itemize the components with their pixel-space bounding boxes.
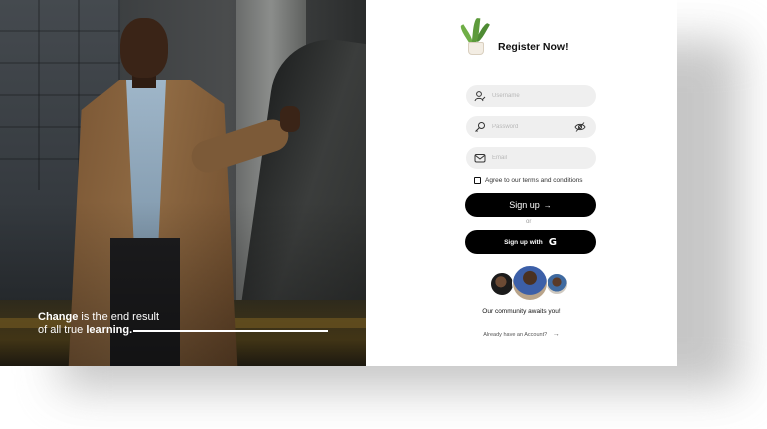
google-signup-button[interactable]: Sign up with G xyxy=(465,230,596,254)
plant-logo xyxy=(459,16,491,56)
signup-button[interactable]: Sign up → xyxy=(465,193,596,217)
plant-pot xyxy=(468,42,484,55)
stage: Change is the end result of all true lea… xyxy=(0,0,767,429)
register-card: Change is the end result of all true lea… xyxy=(0,0,677,366)
login-link[interactable]: Already have an Account? → xyxy=(366,331,677,338)
quote-underline xyxy=(133,330,328,332)
community-avatars xyxy=(490,265,570,303)
terms-checkbox[interactable] xyxy=(474,177,481,184)
avatar xyxy=(546,273,568,295)
terms-row: Agree to our terms and conditions xyxy=(474,177,583,184)
email-field[interactable] xyxy=(466,147,596,169)
key-icon xyxy=(475,122,485,132)
google-icon: G xyxy=(548,236,557,248)
mail-icon xyxy=(474,154,486,163)
email-input[interactable] xyxy=(492,155,572,161)
password-field[interactable] xyxy=(466,116,596,138)
or-separator: or xyxy=(526,219,532,225)
community-text: Our community awaits you! xyxy=(482,308,561,315)
signup-label: Sign up xyxy=(509,200,540,210)
avatar xyxy=(512,265,548,301)
quote-text-2: of all true xyxy=(38,324,87,336)
login-link-label: Already have an Account? xyxy=(483,332,548,338)
arrow-right-icon: → xyxy=(543,200,552,210)
terms-label: Agree to our terms and conditions xyxy=(485,177,583,184)
user-icon xyxy=(474,91,486,102)
quote-bold-2: learning. xyxy=(86,324,133,336)
quote-text-1: is the end result xyxy=(78,311,160,323)
hero-photo: Change is the end result of all true lea… xyxy=(0,0,366,366)
arrow-right-icon: → xyxy=(552,331,560,338)
google-signup-label: Sign up with xyxy=(504,238,543,246)
eye-off-icon[interactable] xyxy=(574,121,586,133)
page-title: Register Now! xyxy=(498,41,569,53)
username-field[interactable] xyxy=(466,85,596,107)
register-form: Register Now! Username Email Agree to ou… xyxy=(366,0,677,366)
username-input[interactable] xyxy=(492,93,572,99)
hero-quote: Change is the end result of all true lea… xyxy=(38,311,188,337)
quote-bold-1: Change xyxy=(38,311,79,323)
password-input[interactable] xyxy=(492,124,572,130)
avatar xyxy=(490,272,514,296)
